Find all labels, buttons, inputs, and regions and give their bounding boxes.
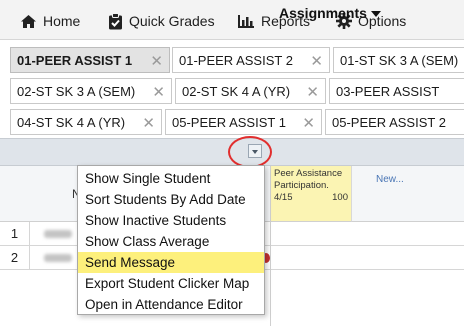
- row-number: 1: [0, 222, 30, 246]
- nav-quick-grades[interactable]: Quick Grades: [108, 10, 215, 32]
- column-context-menu: Show Single Student Sort Students By Add…: [77, 165, 265, 315]
- assignment-column-header[interactable]: Peer Assistance Participation. 4/15 100: [270, 166, 352, 222]
- close-icon[interactable]: ✕: [302, 114, 315, 132]
- close-icon[interactable]: ✕: [310, 52, 323, 70]
- close-icon[interactable]: ✕: [152, 83, 165, 101]
- menu-item-show-inactive-students[interactable]: Show Inactive Students: [78, 210, 264, 231]
- tab-label: 01-ST SK 3 A (SEM): [340, 52, 459, 68]
- new-assignment-link[interactable]: New...: [376, 174, 404, 185]
- close-icon[interactable]: ✕: [150, 52, 163, 70]
- tab-label: 04-ST SK 4 A (YR): [17, 114, 126, 130]
- menu-item-send-message[interactable]: Send Message: [78, 252, 264, 273]
- assignments-label: Assignments: [279, 5, 367, 21]
- caret-down-icon: [370, 11, 381, 18]
- tab-02-st-sk-4-a-yr[interactable]: 02-ST SK 4 A (YR) ✕: [175, 78, 326, 104]
- tab-05-peer-assist-2[interactable]: 05-PEER ASSIST 2: [325, 109, 464, 135]
- class-tabs: 01-PEER ASSIST 1 ✕ 01-PEER ASSIST 2 ✕ 01…: [0, 40, 464, 136]
- redacted-student-name: [44, 254, 72, 262]
- assignments-dropdown[interactable]: Assignments: [279, 5, 381, 21]
- nav-home-label: Home: [43, 13, 81, 29]
- new-assignment-column: [352, 166, 464, 222]
- tab-01-peer-assist-1[interactable]: 01-PEER ASSIST 1 ✕: [10, 47, 170, 73]
- annotation-circle: [228, 136, 272, 168]
- menu-item-export-clicker-map[interactable]: Export Student Clicker Map: [78, 273, 264, 294]
- close-icon[interactable]: ✕: [306, 83, 319, 101]
- bar-chart-icon: [238, 14, 254, 28]
- assignment-points: 100: [332, 192, 348, 203]
- tab-label: 05-PEER ASSIST 1: [172, 114, 286, 130]
- close-icon[interactable]: ✕: [142, 114, 155, 132]
- tab-01-peer-assist-2[interactable]: 01-PEER ASSIST 2 ✕: [172, 47, 330, 73]
- menu-item-show-class-average[interactable]: Show Class Average: [78, 231, 264, 252]
- tab-label: 03-PEER ASSIST: [336, 83, 440, 99]
- menu-item-sort-by-add-date[interactable]: Sort Students By Add Date: [78, 189, 264, 210]
- tab-03-peer-assist[interactable]: 03-PEER ASSIST: [329, 78, 464, 104]
- tab-01-st-sk-3-a-sem[interactable]: 01-ST SK 3 A (SEM): [333, 47, 464, 73]
- clipboard-check-icon: [109, 12, 122, 29]
- tab-label: 02-ST SK 4 A (YR): [182, 83, 291, 99]
- tab-label: 01-PEER ASSIST 1: [17, 52, 133, 68]
- menu-item-show-single-student[interactable]: Show Single Student: [78, 168, 264, 189]
- tab-02-st-sk-3-a-sem[interactable]: 02-ST SK 3 A (SEM) ✕: [10, 78, 172, 104]
- nav-quick-grades-label: Quick Grades: [129, 13, 215, 29]
- assignment-title: Peer Assistance Participation.: [274, 168, 343, 191]
- redacted-student-name: [44, 230, 72, 238]
- menu-item-open-attendance-editor[interactable]: Open in Attendance Editor: [78, 294, 264, 315]
- tab-label: 01-PEER ASSIST 2: [179, 52, 293, 68]
- row-number: 2: [0, 246, 30, 270]
- tab-04-st-sk-4-a-yr[interactable]: 04-ST SK 4 A (YR) ✕: [10, 109, 162, 135]
- nav-home[interactable]: Home: [20, 10, 80, 32]
- column-divider: [270, 166, 271, 326]
- home-icon: [21, 14, 36, 28]
- tab-label: 02-ST SK 3 A (SEM): [17, 83, 136, 99]
- assignment-date: 4/15: [274, 192, 293, 203]
- tab-label: 05-PEER ASSIST 2: [332, 114, 446, 130]
- assignment-meta: 4/15 100: [274, 192, 348, 204]
- tab-05-peer-assist-1[interactable]: 05-PEER ASSIST 1 ✕: [165, 109, 322, 135]
- top-nav-bar: Home Quick Grades Reports Options: [0, 0, 464, 40]
